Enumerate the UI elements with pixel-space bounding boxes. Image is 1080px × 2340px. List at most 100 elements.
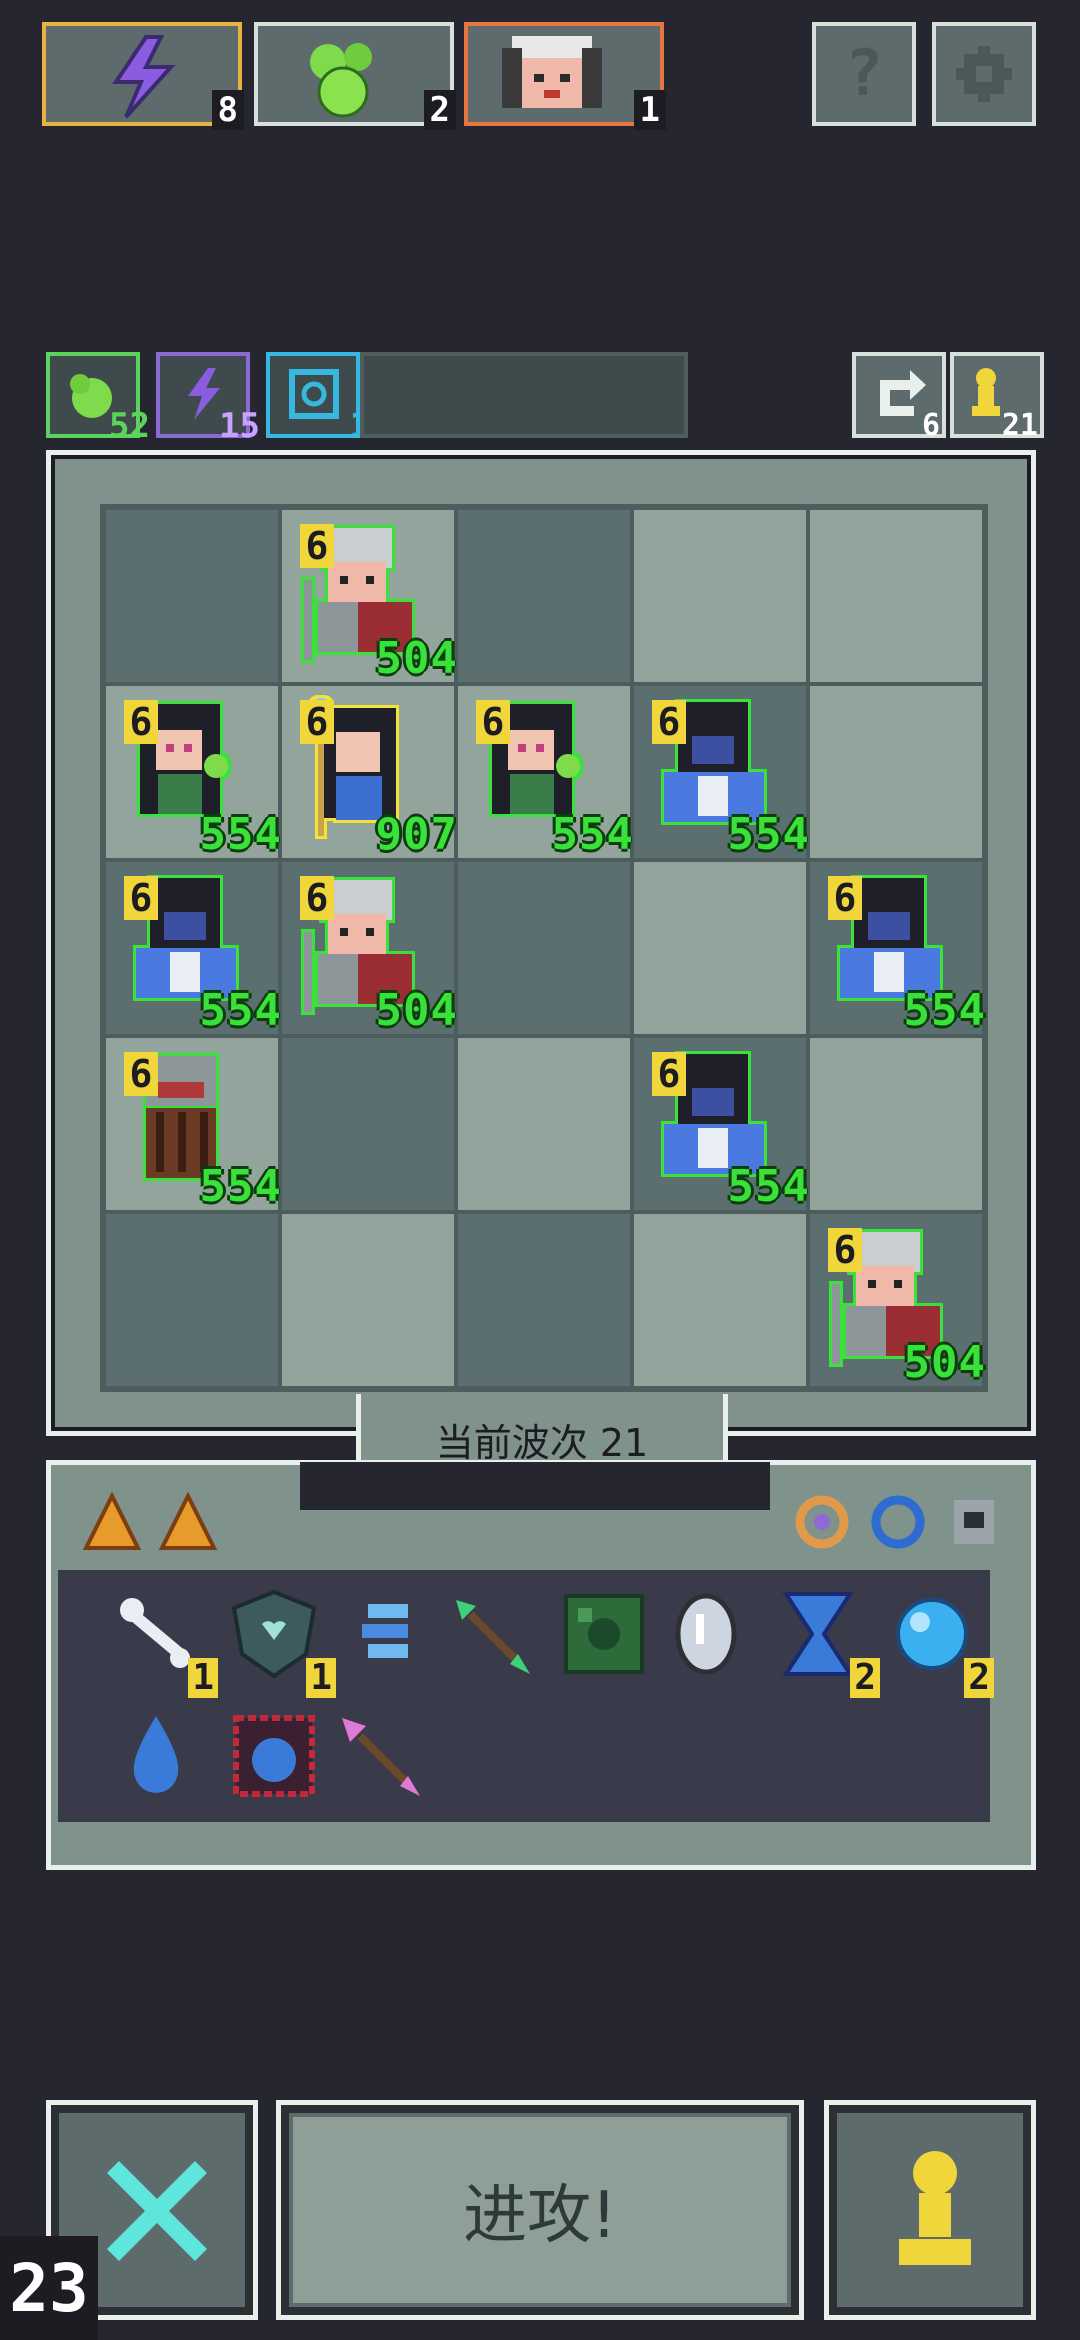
- blue-ring-icon: [871, 1495, 925, 1549]
- board-cell[interactable]: [456, 1036, 632, 1212]
- unit-knight-shield[interactable]: 6 554: [106, 1038, 282, 1214]
- unit-armored-soldier[interactable]: 6 504: [810, 1214, 986, 1390]
- board-cell[interactable]: [104, 508, 280, 684]
- unit-hooded-ghost[interactable]: 6 554: [810, 862, 986, 1038]
- board-cell[interactable]: [280, 1036, 456, 1212]
- inventory-item[interactable]: [338, 1584, 438, 1684]
- unit-armored-soldier[interactable]: 6 504: [282, 510, 458, 686]
- card-slot[interactable]: [158, 1491, 218, 1556]
- unit-hp: 504: [375, 633, 458, 684]
- energy-resource[interactable]: 8: [42, 22, 244, 130]
- board-cell[interactable]: 6 554: [632, 684, 810, 862]
- unit-staff-priestess[interactable]: 6 907: [282, 686, 458, 862]
- board-cell[interactable]: 6 554: [808, 860, 986, 1038]
- board-cell[interactable]: 6 504: [808, 1212, 986, 1390]
- inventory-tab-header: [300, 1462, 770, 1510]
- board-cell[interactable]: 6 504: [280, 860, 458, 1038]
- inventory-item[interactable]: 2: [882, 1584, 994, 1698]
- unit-hp: 554: [199, 1161, 282, 1212]
- card-slot[interactable]: [82, 1491, 142, 1556]
- pawn-button[interactable]: [824, 2100, 1036, 2320]
- hero-resource[interactable]: 1: [464, 22, 666, 130]
- board-cell[interactable]: 6 554: [104, 1036, 282, 1214]
- inventory-item[interactable]: [330, 1706, 430, 1806]
- moss-tile-icon: [564, 1594, 644, 1674]
- green-slime-icon: [310, 43, 372, 118]
- inventory-item[interactable]: [656, 1584, 756, 1684]
- orange-ring-icon: [795, 1495, 849, 1549]
- gear-icon: [956, 46, 1012, 102]
- pink-arrow-icon: [342, 1718, 420, 1796]
- inventory-item[interactable]: 1: [106, 1584, 218, 1698]
- board-cell[interactable]: 6 554: [632, 1036, 810, 1214]
- board-cell[interactable]: 6 907: [280, 684, 458, 862]
- wave-label: 当前波次 21: [435, 1421, 649, 1465]
- unit-level-badge: 6: [124, 876, 158, 920]
- board-cell[interactable]: [280, 1212, 456, 1388]
- gem-slot[interactable]: [944, 1492, 1004, 1556]
- inventory-item[interactable]: 2: [768, 1584, 880, 1698]
- fire-tile-icon: [233, 1715, 315, 1797]
- green-arrow-icon: [456, 1600, 530, 1674]
- inventory-item[interactable]: [440, 1584, 540, 1684]
- board-cell[interactable]: [456, 860, 632, 1036]
- unit-level-badge: 6: [828, 876, 862, 920]
- unit-hooded-ghost[interactable]: 6 554: [106, 862, 282, 1038]
- board-cell[interactable]: 6 554: [456, 684, 634, 862]
- unit-dark-haired-mage[interactable]: 6 554: [458, 686, 634, 862]
- gem-slot[interactable]: [792, 1492, 852, 1556]
- unit-hp: 554: [199, 809, 282, 860]
- refresh-count: 6: [921, 408, 940, 443]
- item-count: 1: [188, 1658, 218, 1698]
- cross-swords-icon: [107, 2161, 207, 2261]
- unit-hp: 554: [727, 1161, 810, 1212]
- board-cell[interactable]: 6 554: [104, 684, 282, 862]
- unit-hp: 504: [903, 1337, 986, 1388]
- pawn-count: 21: [1001, 408, 1038, 443]
- board-cell[interactable]: [456, 1212, 632, 1388]
- item-count: 1: [306, 1658, 336, 1698]
- board-cell[interactable]: [808, 508, 984, 684]
- board-cell[interactable]: [632, 508, 808, 684]
- board-cell[interactable]: [104, 1212, 280, 1388]
- stat-bar-track: [360, 352, 688, 438]
- slime-stat-value: 52: [109, 406, 150, 446]
- energy-stat-value: 15: [219, 406, 260, 446]
- refresh-stat[interactable]: 6: [852, 352, 946, 443]
- helmet-icon: [954, 1500, 994, 1544]
- slime-resource[interactable]: 2: [254, 22, 456, 130]
- board-cell[interactable]: 6 554: [104, 860, 282, 1038]
- pawn-icon: [972, 368, 1000, 416]
- unit-level-badge: 6: [300, 700, 334, 744]
- gem-slot[interactable]: [868, 1492, 928, 1556]
- settings-button[interactable]: [932, 22, 1036, 126]
- help-button[interactable]: ?: [812, 22, 916, 126]
- inventory-item[interactable]: 1: [224, 1584, 336, 1698]
- corner-counter: 23: [0, 2236, 98, 2340]
- pawn-stat[interactable]: 21: [950, 352, 1044, 443]
- inventory-item[interactable]: [106, 1706, 206, 1806]
- hero-portrait-icon: [502, 36, 602, 108]
- slime-stat: 52: [46, 352, 150, 444]
- unit-hp: 554: [727, 809, 810, 860]
- board-cell[interactable]: 6 504: [280, 508, 458, 686]
- board-cell[interactable]: [456, 508, 632, 684]
- unit-hooded-ghost[interactable]: 6 554: [634, 686, 810, 862]
- attack-button[interactable]: 进攻!: [276, 2100, 804, 2320]
- unit-dark-haired-mage[interactable]: 6 554: [106, 686, 282, 862]
- inventory-item[interactable]: [554, 1584, 654, 1684]
- board-cell[interactable]: [808, 1036, 984, 1212]
- item-count: 2: [850, 1658, 880, 1698]
- shield-stat: 1: [266, 352, 370, 444]
- unit-hp: 504: [375, 985, 458, 1036]
- unit-level-badge: 6: [124, 1052, 158, 1096]
- board-cell[interactable]: [808, 684, 984, 860]
- board-cell[interactable]: [632, 860, 808, 1036]
- unit-hooded-ghost[interactable]: 6 554: [634, 1038, 810, 1214]
- water-drop-icon: [133, 1716, 179, 1793]
- unit-armored-soldier[interactable]: 6 504: [282, 862, 458, 1038]
- energy-stat: 15: [156, 352, 260, 444]
- lightning-icon: [112, 35, 176, 119]
- inventory-item[interactable]: [224, 1706, 324, 1806]
- board-cell[interactable]: [632, 1212, 808, 1388]
